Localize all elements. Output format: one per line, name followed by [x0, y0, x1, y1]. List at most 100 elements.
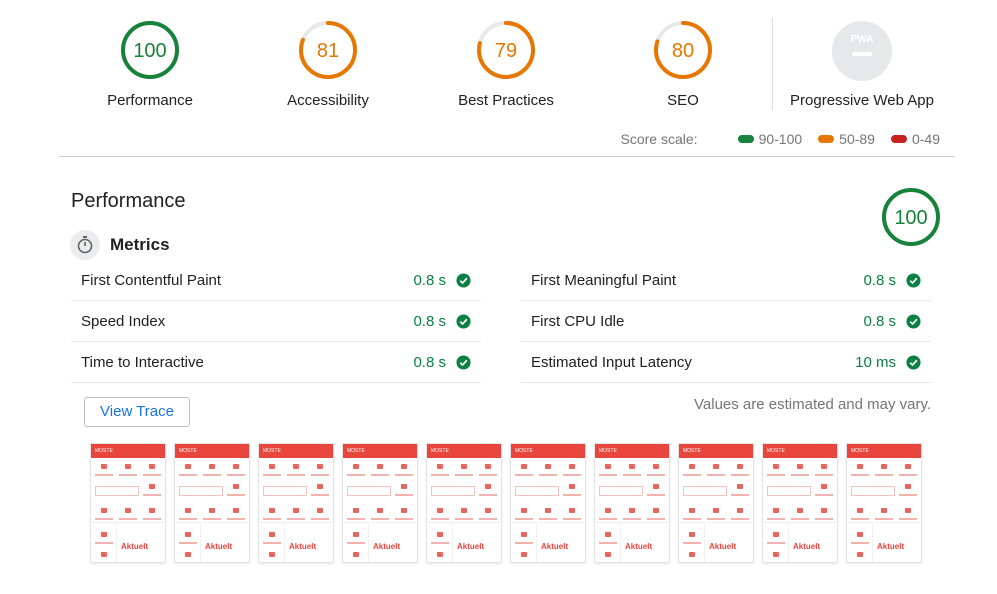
frame-tile [599, 550, 617, 562]
pwa-badge-icon: PWA [832, 21, 892, 81]
filmstrip-frame: MOSTE Aktuelt [594, 443, 670, 563]
metrics-column-left: First Contentful Paint 0.8 s Speed Index… [71, 260, 481, 383]
frame-tile [623, 506, 641, 520]
legend-swatch [890, 135, 907, 143]
filmstrip-frame: MOSTE Aktuelt [90, 443, 166, 563]
gauge-best-practices[interactable]: 79 Best Practices [416, 20, 596, 109]
frame-divider [116, 522, 117, 562]
metric-label: Estimated Input Latency [531, 353, 692, 371]
frame-tile [899, 462, 917, 476]
frame-tile [647, 482, 665, 496]
filmstrip-frame: MOSTE Aktuelt [258, 443, 334, 563]
frame-tile [875, 462, 893, 476]
frame-tile [851, 506, 869, 520]
frame-tile [707, 506, 725, 520]
frame-tile [119, 462, 137, 476]
frame-tile [179, 506, 197, 520]
metrics-column-right: First Meaningful Paint 0.8 s First CPU I… [521, 260, 931, 383]
frame-divider [284, 522, 285, 562]
frame-tile [515, 462, 533, 476]
frame-tile [815, 482, 833, 496]
legend-label: 90-100 [758, 131, 803, 147]
frame-tile [371, 462, 389, 476]
frame-tile [683, 530, 701, 544]
frame-header: MOSTE [343, 444, 417, 458]
frame-main-label: Aktuelt [457, 542, 485, 551]
metric-row: Estimated Input Latency 10 ms [521, 342, 931, 383]
metric-value: 0.8 s [413, 353, 446, 371]
frame-tile [311, 482, 329, 496]
legend-label: 0-49 [911, 131, 940, 147]
metric-row: First CPU Idle 0.8 s [521, 301, 931, 342]
frame-divider [175, 522, 249, 523]
frame-tile [815, 506, 833, 520]
frame-tile [143, 506, 161, 520]
frame-tile [479, 462, 497, 476]
frame-divider [200, 522, 201, 562]
gauge-ring: 100 [121, 21, 179, 79]
frame-main-label: Aktuelt [877, 542, 905, 551]
filmstrip-frame: MOSTE Aktuelt [426, 443, 502, 563]
frame-divider [679, 522, 753, 523]
frame-header: MOSTE [595, 444, 669, 458]
metric-label: First CPU Idle [531, 312, 625, 330]
frame-tile [815, 462, 833, 476]
pass-check-icon [456, 313, 471, 329]
frame-divider [847, 522, 921, 523]
gauge-score: 79 [495, 40, 517, 62]
gauge-ring: 80 [654, 21, 712, 79]
pass-check-icon [906, 313, 921, 329]
filmstrip-frame: MOSTE Aktuelt [846, 443, 922, 563]
frame-tile [95, 506, 113, 520]
frame-divider [620, 522, 621, 562]
frame-tile [347, 530, 365, 544]
frame-pill [851, 486, 895, 496]
legend-swatch [737, 135, 754, 143]
filmstrip-frame: MOSTE Aktuelt [510, 443, 586, 563]
legend-pass: 90-100 [737, 131, 803, 147]
gauge-performance[interactable]: 100 Performance [60, 20, 240, 109]
gauge-accessibility[interactable]: 81 Accessibility [238, 20, 418, 109]
gauge-score: 81 [317, 40, 339, 62]
frame-tile [263, 506, 281, 520]
gauge-pwa[interactable]: PWA Progressive Web App [772, 20, 952, 109]
frame-tile [683, 550, 701, 562]
frame-pill [347, 486, 391, 496]
frame-tile [311, 462, 329, 476]
frame-tile [899, 482, 917, 496]
gauge-seo[interactable]: 80 SEO [593, 20, 773, 109]
frame-pill [263, 486, 307, 496]
view-trace-button[interactable]: View Trace [84, 397, 190, 427]
frame-tile [731, 462, 749, 476]
metric-value: 0.8 s [863, 312, 896, 330]
frame-tile [311, 506, 329, 520]
frame-tile [683, 506, 701, 520]
pass-check-icon [906, 354, 921, 370]
frame-tile [647, 462, 665, 476]
frame-tile [371, 506, 389, 520]
frame-main-label: Aktuelt [373, 542, 401, 551]
gauge-ring: 100 [882, 188, 940, 246]
frame-tile [431, 462, 449, 476]
frame-tile [563, 482, 581, 496]
frame-tile [599, 462, 617, 476]
frame-tile [539, 506, 557, 520]
metric-row: First Meaningful Paint 0.8 s [521, 260, 931, 301]
filmstrip-frame: MOSTE Aktuelt [762, 443, 838, 563]
gauge-ring: 81 [299, 21, 357, 79]
frame-divider [763, 522, 837, 523]
gauge-ring: 79 [477, 21, 535, 79]
metrics-header: Metrics [70, 230, 170, 260]
frame-divider [595, 522, 669, 523]
frame-tile [347, 550, 365, 562]
frame-divider [872, 522, 873, 562]
frame-divider [536, 522, 537, 562]
frame-header: MOSTE [763, 444, 837, 458]
category-gauges: 100 Performance 81 Accessibility 79 Best… [0, 0, 997, 125]
stopwatch-icon [70, 230, 100, 260]
frame-divider [427, 522, 501, 523]
metrics-title: Metrics [110, 235, 170, 254]
frame-tile [563, 506, 581, 520]
frame-header: MOSTE [259, 444, 333, 458]
metric-row: Time to Interactive 0.8 s [71, 342, 481, 383]
